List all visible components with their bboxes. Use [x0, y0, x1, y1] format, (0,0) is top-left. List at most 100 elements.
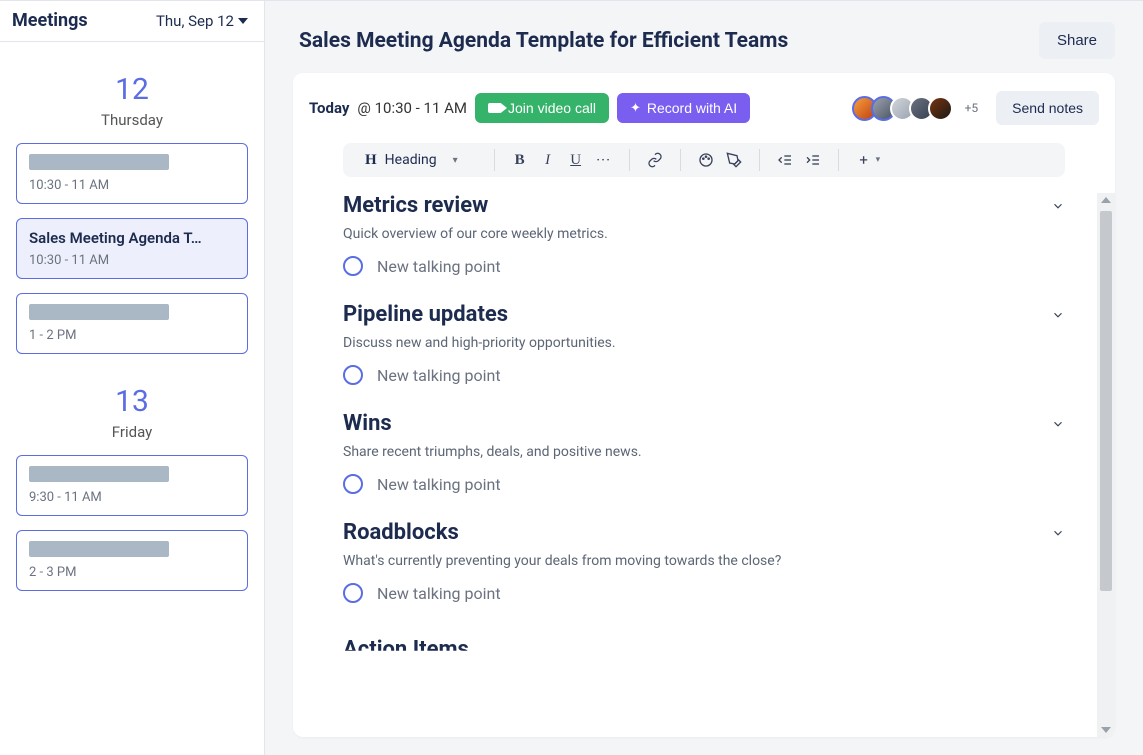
- record-ai-button[interactable]: ✦ Record with AI: [617, 93, 750, 123]
- toolbar-separator: [759, 149, 760, 171]
- meeting-meta-row: Today @ 10:30 - 11 AM Join video call ✦ …: [293, 91, 1115, 125]
- meeting-card[interactable]: 2 - 3 PM: [16, 530, 248, 591]
- page-header: Sales Meeting Agenda Template for Effici…: [265, 0, 1143, 73]
- heading-select[interactable]: H Heading ▾: [365, 152, 478, 169]
- meeting-title-placeholder: [29, 154, 169, 170]
- section-header[interactable]: Wins: [343, 411, 1065, 436]
- meeting-title-placeholder: [29, 466, 169, 482]
- indent-increase-button[interactable]: [804, 151, 822, 169]
- bold-button[interactable]: B: [511, 151, 529, 169]
- checkbox-circle-icon[interactable]: [343, 365, 363, 385]
- section-description: Quick overview of our core weekly metric…: [343, 226, 1065, 242]
- heading-label: Heading: [385, 152, 437, 168]
- indent-decrease-button[interactable]: [776, 151, 794, 169]
- toolbar-separator: [838, 149, 839, 171]
- section-title: Roadblocks: [343, 520, 459, 545]
- join-video-label: Join video call: [508, 100, 596, 116]
- section-header[interactable]: Pipeline updates: [343, 302, 1065, 327]
- meeting-card[interactable]: 1 - 2 PM: [16, 293, 248, 354]
- attendee-avatars[interactable]: [852, 96, 953, 121]
- more-formatting-button[interactable]: ···: [595, 151, 613, 169]
- meeting-time: 1 - 2 PM: [29, 328, 235, 343]
- send-notes-button[interactable]: Send notes: [996, 91, 1099, 125]
- scroll-down-icon: [1101, 727, 1111, 733]
- talking-point-placeholder: New talking point: [377, 475, 501, 494]
- italic-button[interactable]: I: [539, 151, 557, 169]
- talking-point-placeholder: New talking point: [377, 584, 501, 603]
- record-ai-label: Record with AI: [647, 100, 737, 116]
- meeting-title-placeholder: [29, 304, 169, 320]
- checkbox-circle-icon[interactable]: [343, 583, 363, 603]
- join-video-button[interactable]: Join video call: [475, 93, 609, 123]
- avatar[interactable]: [928, 96, 953, 121]
- sparkle-icon: ✦: [630, 100, 641, 116]
- time-label: @ 10:30 - 11 AM: [357, 99, 467, 117]
- underline-button[interactable]: U: [567, 151, 585, 169]
- agenda-section: Pipeline updates Discuss new and high-pr…: [343, 302, 1065, 385]
- chevron-down-icon: ▾: [876, 155, 881, 165]
- section-title: Action Items: [343, 637, 1065, 654]
- avatar-overflow[interactable]: +5: [965, 101, 979, 115]
- sidebar-scroll[interactable]: 12 Thursday 10:30 - 11 AM Sales Meeting …: [0, 42, 264, 755]
- talking-point-placeholder: New talking point: [377, 366, 501, 385]
- agenda-section-cutoff: Action Items: [343, 629, 1065, 654]
- new-talking-point[interactable]: New talking point: [343, 583, 1065, 603]
- day-number: 13: [16, 384, 248, 419]
- meeting-time: 9:30 - 11 AM: [29, 490, 235, 505]
- agenda-section: Wins Share recent triumphs, deals, and p…: [343, 411, 1065, 494]
- sidebar-header: Meetings Thu, Sep 12: [0, 0, 264, 42]
- agenda-section: Roadblocks What's currently preventing y…: [343, 520, 1065, 603]
- day-header-12: 12 Thursday: [16, 72, 248, 129]
- today-label: Today: [309, 99, 349, 117]
- meeting-time: 2 - 3 PM: [29, 565, 235, 580]
- share-button[interactable]: Share: [1039, 22, 1115, 59]
- day-header-13: 13 Friday: [16, 384, 248, 441]
- page-title: Sales Meeting Agenda Template for Effici…: [299, 29, 788, 53]
- section-title: Wins: [343, 411, 392, 436]
- new-talking-point[interactable]: New talking point: [343, 256, 1065, 276]
- meeting-title-placeholder: [29, 541, 169, 557]
- date-picker-label: Thu, Sep 12: [156, 12, 234, 30]
- meeting-card[interactable]: 10:30 - 11 AM: [16, 143, 248, 204]
- checkbox-circle-icon[interactable]: [343, 474, 363, 494]
- section-description: What's currently preventing your deals f…: [343, 553, 1065, 569]
- section-description: Share recent triumphs, deals, and positi…: [343, 444, 1065, 460]
- agenda-panel: Today @ 10:30 - 11 AM Join video call ✦ …: [293, 73, 1115, 737]
- meeting-time: 10:30 - 11 AM: [29, 178, 235, 193]
- caret-down-icon: [238, 18, 248, 24]
- chevron-down-icon: [1051, 199, 1065, 213]
- section-title: Metrics review: [343, 193, 488, 218]
- meeting-card-selected[interactable]: Sales Meeting Agenda T… 10:30 - 11 AM: [16, 218, 248, 279]
- editor-toolbar: H Heading ▾ B I U ···: [343, 143, 1065, 177]
- content-scroll[interactable]: Metrics review Quick overview of our cor…: [293, 193, 1115, 654]
- talking-point-placeholder: New talking point: [377, 257, 501, 276]
- link-button[interactable]: [646, 151, 664, 169]
- chevron-down-icon: ▾: [453, 155, 458, 166]
- palette-button[interactable]: [697, 151, 715, 169]
- toolbar-separator: [629, 149, 630, 171]
- main: Sales Meeting Agenda Template for Effici…: [265, 0, 1143, 755]
- meeting-card[interactable]: 9:30 - 11 AM: [16, 455, 248, 516]
- new-talking-point[interactable]: New talking point: [343, 365, 1065, 385]
- section-header[interactable]: Metrics review: [343, 193, 1065, 218]
- highlighter-button[interactable]: [725, 151, 743, 169]
- agenda-section: Metrics review Quick overview of our cor…: [343, 193, 1065, 276]
- day-name: Friday: [16, 423, 248, 441]
- insert-menu-button[interactable]: + ▾: [855, 151, 881, 169]
- checkbox-circle-icon[interactable]: [343, 256, 363, 276]
- sidebar-title: Meetings: [12, 10, 88, 31]
- meeting-time: 10:30 - 11 AM: [29, 253, 235, 268]
- section-description: Discuss new and high-priority opportunit…: [343, 335, 1065, 351]
- new-talking-point[interactable]: New talking point: [343, 474, 1065, 494]
- section-header[interactable]: Roadblocks: [343, 520, 1065, 545]
- camera-icon: [488, 103, 502, 113]
- meeting-title: Sales Meeting Agenda T…: [29, 229, 235, 247]
- toolbar-separator: [680, 149, 681, 171]
- day-name: Thursday: [16, 111, 248, 129]
- day-number: 12: [16, 72, 248, 107]
- sidebar: Meetings Thu, Sep 12 12 Thursday 10:30 -…: [0, 0, 265, 755]
- chevron-down-icon: [1051, 417, 1065, 431]
- date-picker[interactable]: Thu, Sep 12: [156, 12, 248, 30]
- section-title: Pipeline updates: [343, 302, 508, 327]
- toolbar-separator: [494, 149, 495, 171]
